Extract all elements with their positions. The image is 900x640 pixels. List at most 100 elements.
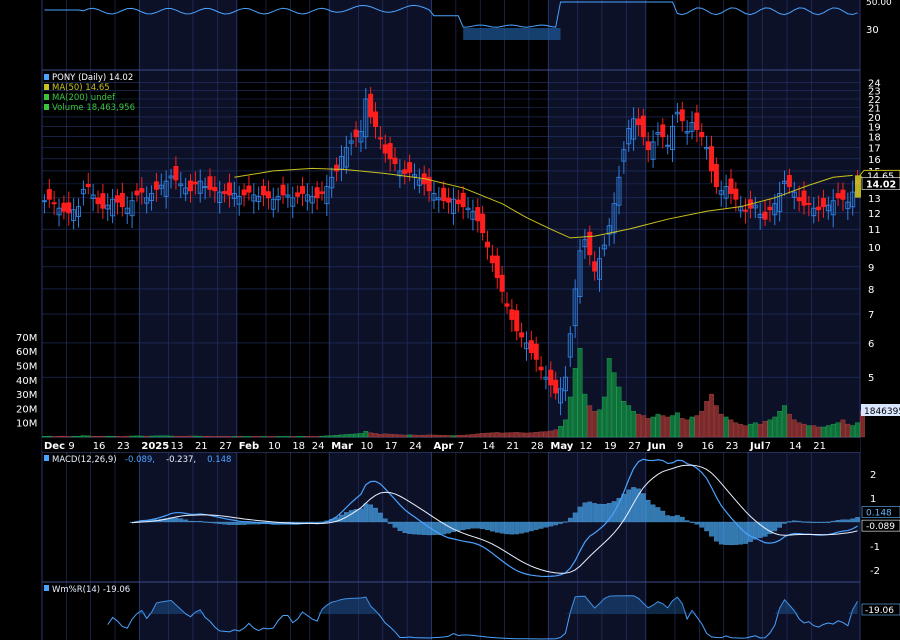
macd-histogram-bar [193, 521, 198, 523]
macd-histogram-bar [777, 521, 783, 528]
volume-bar [713, 405, 719, 438]
macd-legend-entry: -0.089, [125, 455, 155, 465]
candle-body [222, 191, 228, 194]
volume-bar [217, 436, 223, 438]
candle-body [533, 343, 539, 360]
macd-histogram-bar [188, 520, 193, 523]
volume-bar [616, 386, 622, 438]
macd-histogram-bar [592, 503, 597, 523]
candle-body [840, 189, 846, 200]
price-y-axis: 2423222120191817161514131211109876514.65… [855, 79, 900, 384]
volume-tick: 70M [16, 333, 37, 344]
candle-body [504, 303, 510, 307]
volume-bar [611, 372, 617, 438]
volume-bar [597, 409, 602, 438]
candle-body [816, 206, 822, 211]
candle-body [480, 213, 486, 234]
candle-body [694, 112, 700, 130]
volume-bar [660, 415, 666, 438]
volume-bar [762, 421, 768, 438]
candle-body [485, 241, 491, 248]
macd-histogram-bar [368, 504, 374, 523]
volume-bar [577, 348, 583, 438]
macd-histogram-bar [402, 521, 408, 534]
volume-bar [640, 415, 646, 438]
willr-legend: Wm%R(14) -19.06 [52, 585, 130, 595]
volume-bar [378, 433, 383, 438]
volume-bar [796, 422, 802, 438]
macd-histogram-bar [504, 521, 510, 535]
volume-bar [71, 436, 77, 438]
volume-bar [592, 411, 598, 438]
macd-histogram-bar [387, 521, 393, 524]
candle-body [188, 180, 194, 192]
candle-body [728, 178, 734, 194]
macd-histogram-bar [689, 521, 695, 523]
macd-histogram-bar [397, 521, 403, 531]
macd-histogram-bar [806, 521, 812, 523]
volume-bar [251, 436, 257, 438]
price-tick: 6 [868, 339, 874, 350]
macd-histogram-bar [572, 512, 578, 523]
volume-bar [840, 419, 846, 438]
candle-body [499, 274, 505, 292]
volume-bar [295, 436, 301, 438]
candle-body [299, 186, 305, 194]
candle-body [246, 185, 252, 193]
price-tick: 5 [868, 373, 874, 384]
volume-bar [572, 368, 578, 438]
candle-body [134, 190, 140, 196]
volume-bar [631, 411, 636, 438]
volume-bar [188, 435, 193, 438]
volume-bar [455, 435, 461, 438]
month-band [329, 0, 432, 640]
macd-histogram-bar [675, 515, 680, 523]
macd-histogram-bar [538, 521, 544, 529]
macd-histogram-bar [640, 493, 646, 523]
x-axis-label: 16 [701, 441, 714, 452]
volume-bar [665, 416, 671, 438]
volume-bar [134, 435, 140, 438]
macd-histogram-bar [519, 521, 524, 534]
candle-body [387, 143, 393, 160]
macd-histogram-bar [514, 521, 520, 535]
macd-histogram-bar [835, 519, 841, 523]
macd-histogram-bar [217, 521, 223, 524]
volume-bar [451, 435, 456, 438]
volume-bar [465, 434, 471, 438]
volume-bar [358, 433, 364, 438]
volume-bar [46, 435, 52, 438]
macd-histogram-bar [816, 521, 821, 523]
x-axis-label: 23 [726, 441, 739, 452]
macd-histogram-bar [845, 519, 851, 523]
volume-bar [212, 436, 218, 438]
willr-value-label: -19.06 [865, 606, 894, 616]
macd-histogram-bar [227, 521, 232, 525]
macd-value-label: -0.089 [866, 522, 895, 532]
macd-histogram-bar [577, 506, 583, 523]
macd-histogram-bar [694, 521, 700, 525]
volume-bar [636, 413, 641, 438]
candle-body [207, 176, 213, 190]
candle-body [455, 199, 461, 205]
volume-bar [231, 436, 237, 438]
macd-histogram-bar [499, 521, 505, 534]
candle-body [153, 181, 159, 190]
macd-histogram-bar [801, 521, 807, 523]
volume-bar [626, 405, 632, 438]
volume-bar [558, 426, 563, 438]
macd-histogram-bar [782, 521, 787, 524]
candle-body [660, 124, 666, 138]
volume-bar [363, 431, 369, 438]
macd-legend-entry: MACD(12,26,9) [52, 455, 117, 465]
volume-bar [105, 435, 111, 438]
volume-bar [548, 430, 554, 438]
volume-bar [718, 413, 724, 438]
x-axis-label: 7 [765, 441, 771, 452]
volume-bar [100, 436, 106, 438]
macd-histogram-bar [412, 521, 417, 535]
candle-body [460, 192, 466, 208]
macd-histogram-bar [543, 521, 549, 528]
candle-body [85, 183, 91, 188]
candle-body [261, 185, 267, 196]
